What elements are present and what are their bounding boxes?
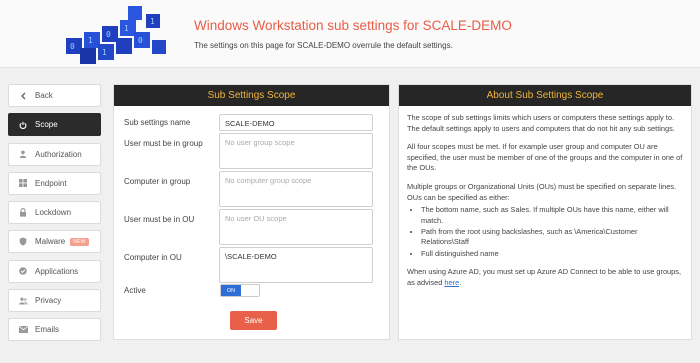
sidebar-item-authorization[interactable]: Authorization bbox=[8, 142, 101, 166]
here-link[interactable]: here bbox=[444, 278, 459, 287]
user-icon bbox=[17, 150, 29, 159]
user-ou-label: User must be in OU bbox=[124, 215, 195, 224]
computer-group-textarea[interactable]: No computer group scope bbox=[219, 171, 373, 207]
sidebar-item-label: Privacy bbox=[35, 296, 62, 306]
list-item: The bottom name, such as Sales. If multi… bbox=[421, 205, 683, 226]
shield-icon bbox=[17, 237, 29, 247]
sidebar-item-label: Endpoint bbox=[35, 178, 67, 188]
user-group-textarea[interactable]: No user group scope bbox=[219, 133, 373, 169]
power-icon bbox=[17, 121, 29, 129]
windows-icon bbox=[17, 179, 29, 188]
sub-settings-name-label: Sub settings name bbox=[124, 118, 191, 127]
svg-text:1: 1 bbox=[102, 48, 107, 57]
scope-panel-heading: Sub Settings Scope bbox=[114, 85, 389, 106]
about-text: The scope of sub settings limits which u… bbox=[399, 106, 691, 288]
active-toggle[interactable]: ON bbox=[220, 284, 260, 297]
svg-text:1: 1 bbox=[150, 17, 155, 26]
check-circle-icon bbox=[17, 267, 29, 276]
svg-text:0: 0 bbox=[106, 30, 111, 39]
user-group-label: User must be in group bbox=[124, 139, 203, 148]
chevron-left-icon bbox=[17, 92, 29, 100]
save-button[interactable]: Save bbox=[230, 311, 277, 330]
sidebar: Back Scope Authorization Endpoint Lockdo… bbox=[8, 84, 101, 348]
sidebar-item-endpoint[interactable]: Endpoint bbox=[8, 171, 101, 195]
about-paragraph: Multiple groups or Organizational Units … bbox=[407, 181, 677, 202]
about-paragraph: The scope of sub settings limits which u… bbox=[407, 113, 675, 133]
about-panel-heading: About Sub Settings Scope bbox=[399, 85, 691, 106]
computer-group-label: Computer in group bbox=[124, 177, 191, 186]
sidebar-item-label: Applications bbox=[35, 266, 79, 276]
about-panel: About Sub Settings Scope The scope of su… bbox=[398, 84, 692, 340]
sidebar-item-applications[interactable]: Applications bbox=[8, 259, 101, 283]
scope-panel: Sub Settings Scope Sub settings name SCA… bbox=[113, 84, 390, 340]
list-item: Full distinguished name bbox=[421, 249, 683, 260]
page-header: 0 1 0 1 1 0 1 Windows Workstation sub se… bbox=[0, 0, 700, 68]
active-toggle-on: ON bbox=[221, 285, 241, 296]
sidebar-item-label: Malware bbox=[35, 237, 66, 247]
sidebar-item-emails[interactable]: Emails bbox=[8, 318, 101, 342]
svg-text:0: 0 bbox=[138, 36, 143, 45]
svg-text:1: 1 bbox=[124, 24, 129, 33]
ou-format-list: The bottom name, such as Sales. If multi… bbox=[421, 205, 683, 259]
page-title: Windows Workstation sub settings for SCA… bbox=[194, 18, 512, 33]
active-label: Active bbox=[124, 286, 146, 295]
about-paragraph: All four scopes must be met. If for exam… bbox=[407, 142, 683, 173]
lock-icon bbox=[17, 208, 29, 217]
svg-text:0: 0 bbox=[70, 42, 75, 51]
computer-ou-label: Computer in OU bbox=[124, 253, 182, 262]
sidebar-item-scope[interactable]: Scope bbox=[8, 113, 101, 137]
list-item: Path from the root using backslashes, su… bbox=[421, 227, 683, 248]
page-subtitle: The settings on this page for SCALE-DEMO… bbox=[194, 41, 453, 50]
users-icon bbox=[17, 297, 29, 305]
sidebar-item-label: Lockdown bbox=[35, 208, 72, 218]
sidebar-item-lockdown[interactable]: Lockdown bbox=[8, 201, 101, 225]
computer-ou-textarea[interactable]: \SCALE-DEMO bbox=[219, 247, 373, 283]
about-paragraph: When using Azure AD, you must set up Azu… bbox=[407, 267, 683, 288]
sidebar-item-back[interactable]: Back bbox=[8, 84, 101, 107]
new-badge: NEW bbox=[70, 237, 89, 246]
sidebar-item-label: Authorization bbox=[35, 149, 82, 159]
svg-text:1: 1 bbox=[88, 36, 93, 45]
user-ou-textarea[interactable]: No user OU scope bbox=[219, 209, 373, 245]
sidebar-item-label: Emails bbox=[35, 325, 60, 335]
sub-settings-name-input[interactable]: SCALE-DEMO bbox=[219, 114, 373, 131]
sidebar-item-label: Back bbox=[35, 91, 53, 100]
sidebar-item-privacy[interactable]: Privacy bbox=[8, 289, 101, 313]
sidebar-item-malware[interactable]: Malware NEW bbox=[8, 230, 101, 254]
envelope-icon bbox=[17, 326, 29, 334]
sidebar-item-label: Scope bbox=[35, 120, 58, 130]
azure-note-end: . bbox=[459, 277, 462, 287]
logo: 0 1 0 1 1 0 1 bbox=[66, 6, 166, 64]
